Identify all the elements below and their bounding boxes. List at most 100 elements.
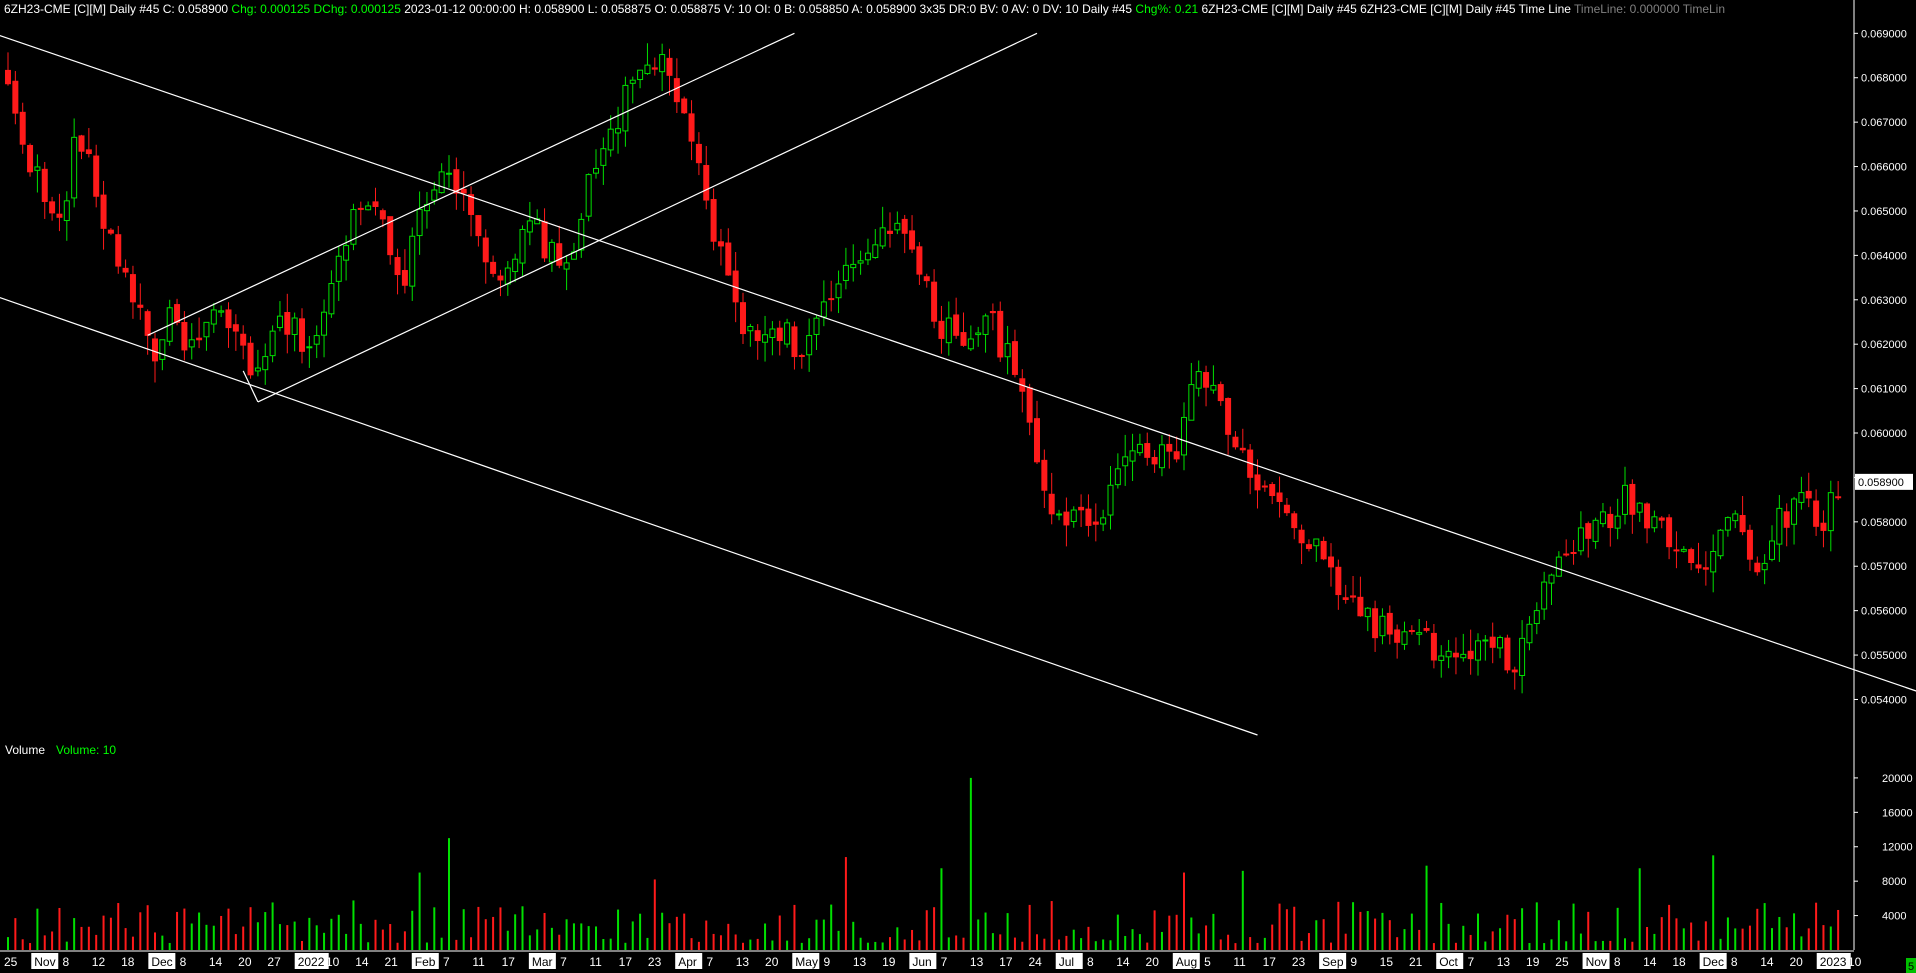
volume-bar <box>190 923 193 950</box>
candle-body <box>526 220 533 233</box>
candle-body <box>512 258 519 273</box>
candle-body <box>129 274 136 303</box>
date-label: 14 <box>355 955 369 969</box>
volume-bar <box>1197 933 1200 950</box>
candle-body <box>291 317 298 335</box>
candle-body <box>1724 517 1731 531</box>
candle-body <box>1526 623 1533 644</box>
candle-body <box>357 207 364 210</box>
candle-body <box>115 234 122 267</box>
date-label-month: Mar <box>532 955 553 969</box>
candle-body <box>1430 632 1437 661</box>
candle-body <box>1680 548 1687 552</box>
volume-bar <box>264 912 267 950</box>
volume-bar <box>1829 926 1832 950</box>
volume-bar <box>1454 942 1457 950</box>
volume-bar <box>1418 929 1421 950</box>
candle-body <box>1805 490 1812 499</box>
candle-body <box>49 201 56 214</box>
date-label: 9 <box>1350 955 1357 969</box>
volume-bar <box>749 939 752 950</box>
volume-bar <box>1484 941 1487 950</box>
volume-bar <box>1778 916 1781 950</box>
date-label: 12 <box>92 955 106 969</box>
volume-bar <box>1631 941 1634 950</box>
volume-bar <box>1094 941 1097 950</box>
chart-canvas[interactable]: 6ZH23-CME [C][M] Daily #45 C: 0.058900 C… <box>0 0 1916 973</box>
candle-body <box>225 309 232 329</box>
candle <box>27 143 34 177</box>
candle-body <box>659 54 666 73</box>
volume-bar <box>528 935 531 950</box>
volume-bar <box>102 915 105 950</box>
volume-bar <box>1425 865 1428 950</box>
volume-bar <box>1065 935 1068 950</box>
candle-body <box>1151 457 1158 465</box>
volume-bar <box>462 909 465 950</box>
volume-bar <box>1006 913 1009 950</box>
candle-body <box>107 229 114 234</box>
candle <box>350 203 357 251</box>
volume-bar <box>1322 919 1325 950</box>
volume-bar <box>675 916 678 950</box>
candle-body <box>762 334 769 343</box>
volume-bar <box>1837 909 1840 950</box>
candle-body <box>1585 523 1592 539</box>
candle-body <box>938 320 945 339</box>
candle-body <box>63 200 70 222</box>
chart-header: 6ZH23-CME [C][M] Daily #45 C: 0.058900 C… <box>4 2 1725 16</box>
candle-body <box>1070 509 1077 522</box>
candle-body <box>710 199 717 242</box>
candle-body <box>769 328 776 338</box>
volume-bar <box>918 940 921 950</box>
candle-body <box>1269 484 1276 497</box>
volume-bar <box>1263 937 1266 950</box>
candle-body <box>1761 562 1768 571</box>
date-label: 15 <box>1380 955 1394 969</box>
date-label: 8 <box>1614 955 1621 969</box>
volume-bar <box>1712 855 1715 950</box>
date-label: 7 <box>560 955 567 969</box>
date-label: 13 <box>853 955 867 969</box>
volume-bar <box>1704 921 1707 950</box>
volume-bar <box>719 935 722 950</box>
header-segment: 6ZH23-CME [C][M] Daily #45 C: 0.058900 <box>4 2 228 16</box>
candle-body <box>1350 595 1357 598</box>
volume-bar <box>1800 936 1803 950</box>
volume-bar <box>1366 911 1369 950</box>
candle-body <box>313 335 320 345</box>
volume-bar <box>734 934 737 950</box>
volume-bar <box>1359 911 1362 950</box>
volume-bar <box>95 934 98 950</box>
candle-body <box>637 69 644 81</box>
date-label: 8 <box>180 955 187 969</box>
price-tick-label: 0.058000 <box>1861 517 1907 529</box>
candle-body <box>519 228 526 264</box>
volume-bar <box>381 929 384 950</box>
candle-body <box>365 205 372 211</box>
candle-body <box>1232 436 1239 448</box>
volume-bar <box>506 930 509 950</box>
candle-body <box>299 318 305 352</box>
candle <box>784 318 791 348</box>
volume-bar <box>484 919 487 950</box>
volume-bar <box>73 918 76 950</box>
date-label: 20 <box>765 955 779 969</box>
candle-body <box>1034 418 1040 463</box>
date-label: 19 <box>882 955 896 969</box>
candle-body <box>41 168 48 202</box>
candle-body <box>791 326 798 358</box>
candle-body <box>174 304 181 323</box>
candle-body <box>394 257 401 276</box>
candle-body <box>27 144 34 173</box>
candle-body <box>607 128 614 151</box>
candle-body <box>850 263 857 269</box>
candle-body <box>321 311 328 336</box>
volume-bar <box>1021 941 1024 950</box>
volume-bar <box>903 939 906 950</box>
volume-bar <box>278 924 281 950</box>
volume-bar <box>800 942 803 950</box>
volume-bar <box>249 907 252 950</box>
candle-body <box>1548 574 1555 584</box>
candle-body <box>276 315 283 329</box>
